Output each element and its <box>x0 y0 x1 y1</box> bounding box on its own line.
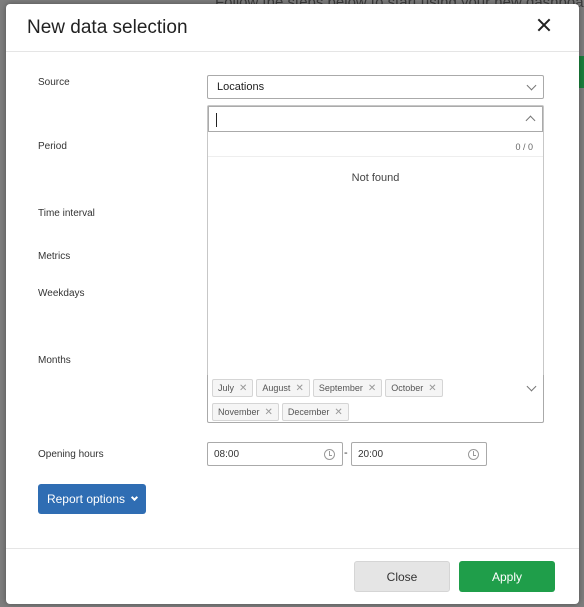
month-chip: August ✕ <box>256 379 310 397</box>
dropdown-search-input[interactable] <box>208 106 543 132</box>
month-chip: October ✕ <box>385 379 443 397</box>
source-select[interactable]: Locations <box>207 75 544 99</box>
close-icon[interactable] <box>533 15 555 37</box>
modal-title: New data selection <box>27 17 188 38</box>
month-chip: November ✕ <box>212 403 279 421</box>
close-button[interactable]: Close <box>354 561 450 592</box>
time-interval-label: Time interval <box>38 208 95 219</box>
clock-icon <box>324 449 335 460</box>
remove-chip-icon[interactable]: ✕ <box>368 383 376 394</box>
modal-footer: Close Apply <box>6 548 579 604</box>
months-multiselect[interactable]: July ✕ August ✕ September ✕ October ✕ Novemb… <box>207 375 544 423</box>
period-label: Period <box>38 141 67 152</box>
source-dropdown-panel: 0 / 0 Not found <box>207 105 544 381</box>
dropdown-count: 0 / 0 <box>515 142 533 152</box>
report-options-button[interactable]: Report options <box>38 484 146 514</box>
month-chip: September ✕ <box>312 379 383 397</box>
modal-header: New data selection <box>6 4 579 52</box>
month-chip: December ✕ <box>281 403 349 421</box>
report-options-label: Report options <box>46 492 126 506</box>
dropdown-empty-message: Not found <box>351 172 400 184</box>
text-caret <box>216 113 217 127</box>
metrics-label: Metrics <box>38 251 71 262</box>
remove-chip-icon[interactable]: ✕ <box>239 383 247 394</box>
opening-start-value: 08:00 <box>214 449 240 460</box>
opening-end-time[interactable]: 20:00 <box>351 442 487 466</box>
remove-chip-icon[interactable]: ✕ <box>265 407 273 418</box>
opening-start-time[interactable]: 08:00 <box>207 442 343 466</box>
months-label: Months <box>38 355 71 366</box>
source-label: Source <box>38 77 70 88</box>
time-range-separator: - <box>344 447 348 459</box>
opening-end-value: 20:00 <box>358 449 384 460</box>
dropdown-divider <box>208 156 543 157</box>
new-data-selection-modal: New data selection Source Locations Peri… <box>6 4 579 604</box>
opening-hours-label: Opening hours <box>38 449 104 460</box>
month-chip: July ✕ <box>212 379 254 397</box>
remove-chip-icon[interactable]: ✕ <box>295 383 303 394</box>
source-value: Locations <box>217 81 265 93</box>
clock-icon <box>468 449 479 460</box>
chevron-up-icon[interactable] <box>525 115 536 126</box>
chevron-down-icon <box>130 493 139 502</box>
remove-chip-icon[interactable]: ✕ <box>428 383 436 394</box>
chevron-down-icon[interactable] <box>526 381 537 392</box>
apply-button[interactable]: Apply <box>459 561 555 592</box>
months-chip-list: July ✕ August ✕ September ✕ October ✕ Novemb… <box>212 379 512 424</box>
chevron-down-icon <box>526 80 537 91</box>
weekdays-label: Weekdays <box>38 288 85 299</box>
remove-chip-icon[interactable]: ✕ <box>334 407 342 418</box>
